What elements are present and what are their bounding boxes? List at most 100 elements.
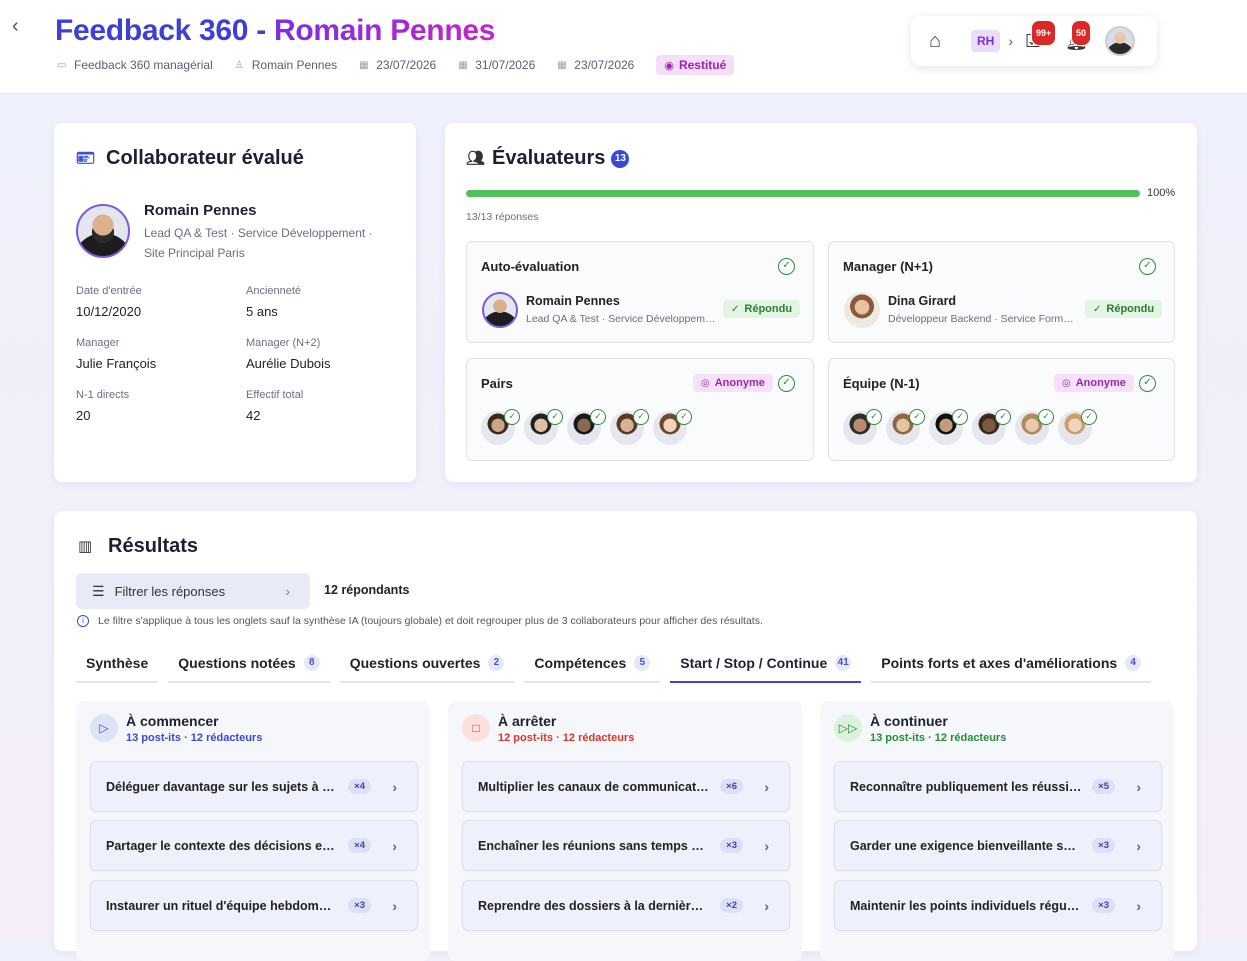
auto-evaluation-title: Auto-évaluation <box>481 259 580 274</box>
meta-date-restitution: ▦ 23/07/2026 <box>557 58 634 72</box>
home-icon[interactable]: ⌂ <box>929 30 951 52</box>
resultats-title: Résultats <box>108 535 199 557</box>
column-title: À continuer <box>870 713 948 729</box>
chevron-right-icon: › <box>764 897 769 914</box>
chevron-right-icon: › <box>1136 897 1141 914</box>
collaborateur-name: Romain Pennes <box>144 202 257 219</box>
field-value: Julie François <box>76 356 157 371</box>
evaluator-avatar: ✓ <box>843 409 882 445</box>
evaluateurs-heading: 👥︎ Évaluateurs 13 <box>466 147 630 170</box>
postit-count: ×4 <box>348 779 371 794</box>
tab-label: Questions notées <box>178 655 296 671</box>
field-label: Effectif total <box>246 389 304 401</box>
check-circle-icon: ✓ <box>1038 409 1054 425</box>
evaluator-avatar: ✓ <box>524 409 563 445</box>
filter-responses-button[interactable]: ☰ Filtrer les réponses › <box>76 573 310 609</box>
bell-icon[interactable]: 🔔︎50 <box>1065 20 1092 52</box>
postit-item[interactable]: Maintenir les points individuels régulie… <box>834 880 1162 931</box>
equipe-anonyme-label: Anonyme <box>1075 377 1126 389</box>
tab-competences[interactable]: Compétences 5 <box>524 651 661 683</box>
field-label: N-1 directs <box>76 389 130 401</box>
chevron-right-icon: › <box>392 778 397 795</box>
pairs-card[interactable]: Pairs ◎ Anonyme ✓ ✓ ✓ ✓ ✓ ✓ <box>466 358 814 461</box>
eye-off-icon: ◎ <box>701 377 710 389</box>
collaborateur-title: Collaborateur évalué <box>106 147 304 169</box>
chevron-right-icon: › <box>285 583 290 599</box>
chevron-right-icon[interactable]: › <box>1008 33 1013 49</box>
meta-date-end-label: 31/07/2026 <box>475 58 536 72</box>
meta-campaign: ▭ Feedback 360 managérial <box>57 58 213 72</box>
manager-role: Développeur Backend · Service Form… <box>888 313 1074 325</box>
check-circle-icon: ✓ <box>676 409 692 425</box>
check-circle-icon: ✓ <box>590 409 606 425</box>
status-badge: ◉ Restitué <box>656 55 735 75</box>
auto-evaluation-card[interactable]: Auto-évaluation ✓ Romain Pennes Lead QA … <box>466 241 814 343</box>
field-value: Aurélie Dubois <box>246 356 331 371</box>
role-badge[interactable]: RH <box>971 30 1001 52</box>
results-tabs: Synthèse Questions notées 8 Questions ouv… <box>76 651 1175 683</box>
postit-item[interactable]: Multiplier les canaux de communicatio… ×6… <box>462 761 790 812</box>
chevron-right-icon: › <box>392 897 397 914</box>
top-nav: ⌂ RH › ☑99+ 🔔︎50 <box>911 16 1157 66</box>
manager-avatar <box>844 292 880 328</box>
notifications-count-badge: 50 <box>1071 20 1092 46</box>
postit-item[interactable]: Garder une exigence bienveillante sur l…… <box>834 820 1162 871</box>
postit-item[interactable]: Reconnaître publiquement les réussite… ×5… <box>834 761 1162 812</box>
tasks-icon[interactable]: ☑99+ <box>1025 20 1057 52</box>
back-icon[interactable]: ‹ <box>12 16 28 36</box>
check-circle-icon: ✓ <box>731 303 740 315</box>
eye-icon: ◉ <box>664 59 674 72</box>
evaluator-avatar: ✓ <box>1058 409 1097 445</box>
field-label: Date d'entrée <box>76 285 142 297</box>
evaluator-avatar: ✓ <box>1015 409 1054 445</box>
postit-item[interactable]: Déléguer davantage sur les sujets à fai…… <box>90 761 418 812</box>
top-bar: ‹ Feedback 360 - Romain Pennes ▭ Feedback… <box>0 0 1247 94</box>
evaluator-avatar: ✓ <box>929 409 968 445</box>
tab-points-forts[interactable]: Points forts et axes d'améliorations 4 <box>871 651 1152 683</box>
auto-evaluation-role: Lead QA & Test · Service Développem… <box>526 313 716 325</box>
column-subtitle: 12 post-its · 12 rédacteurs <box>498 732 635 744</box>
tab-questions-notees[interactable]: Questions notées 8 <box>168 651 330 683</box>
tab-questions-ouvertes[interactable]: Questions ouvertes 2 <box>339 651 515 683</box>
tab-count: 8 <box>303 655 320 671</box>
postit-item[interactable]: Instaurer un rituel d'équipe hebdomad… ×3… <box>90 880 418 931</box>
filter-responses-label: Filtrer les réponses <box>114 583 226 599</box>
check-circle-icon: ✓ <box>1139 375 1156 392</box>
meta-user-label: Romain Pennes <box>251 58 338 72</box>
field-value: 20 <box>76 408 91 423</box>
equipe-card[interactable]: Équipe (N-1) ◎ Anonyme ✓ ✓ ✓ ✓ ✓ ✓ ✓ <box>828 358 1175 461</box>
respondants-count: 12 répondants <box>324 583 410 597</box>
postit-item[interactable]: Reprendre des dossiers à la dernière m… ×… <box>462 880 790 931</box>
field-n1-directs: N-1 directs 20 <box>76 389 129 423</box>
tab-start-stop-continue[interactable]: Start / Stop / Continue 41 <box>670 651 862 683</box>
check-circle-icon: ✓ <box>633 409 649 425</box>
pairs-anonyme-label: Anonyme <box>714 377 765 389</box>
evaluator-avatar: ✓ <box>653 409 692 445</box>
chevron-right-icon: › <box>764 837 769 854</box>
postit-item[interactable]: Enchaîner les réunions sans temps de s… ×… <box>462 820 790 871</box>
check-circle-icon: ✓ <box>504 409 520 425</box>
filter-list-icon: ☰ <box>92 582 105 599</box>
play-icon: ▷ <box>90 714 118 742</box>
field-label: Ancienneté <box>246 285 302 297</box>
postit-count: ×3 <box>348 898 371 913</box>
page-title-name: Romain Pennes <box>273 14 496 47</box>
chevron-right-icon: › <box>1136 837 1141 854</box>
tab-label: Compétences <box>534 655 627 671</box>
users-icon: 👥︎ <box>466 149 486 167</box>
column-subtitle: 13 post-its · 12 rédacteurs <box>126 732 263 744</box>
user-avatar[interactable] <box>1105 26 1136 56</box>
pairs-anonyme-badge: ◎ Anonyme <box>693 374 773 392</box>
postit-text: Multiplier les canaux de communicatio… <box>478 779 710 794</box>
manager-card[interactable]: Manager (N+1) ✓ Dina Girard Développeur … <box>828 241 1175 343</box>
postit-count: ×2 <box>720 898 743 913</box>
tab-count: 2 <box>488 655 505 671</box>
collaborateur-role-2: Site Principal Paris <box>144 246 245 260</box>
collaborateur-heading: 🪪︎ Collaborateur évalué <box>76 147 304 170</box>
bar-chart-icon: ▥ <box>78 537 93 555</box>
postit-item[interactable]: Partager le contexte des décisions en a…… <box>90 820 418 871</box>
tab-synthese[interactable]: Synthèse <box>76 651 159 683</box>
field-manager-n2: Manager (N+2) Aurélie Dubois <box>246 337 331 371</box>
chevron-right-icon: › <box>392 837 397 854</box>
evaluateurs-title: Évaluateurs <box>492 147 606 169</box>
